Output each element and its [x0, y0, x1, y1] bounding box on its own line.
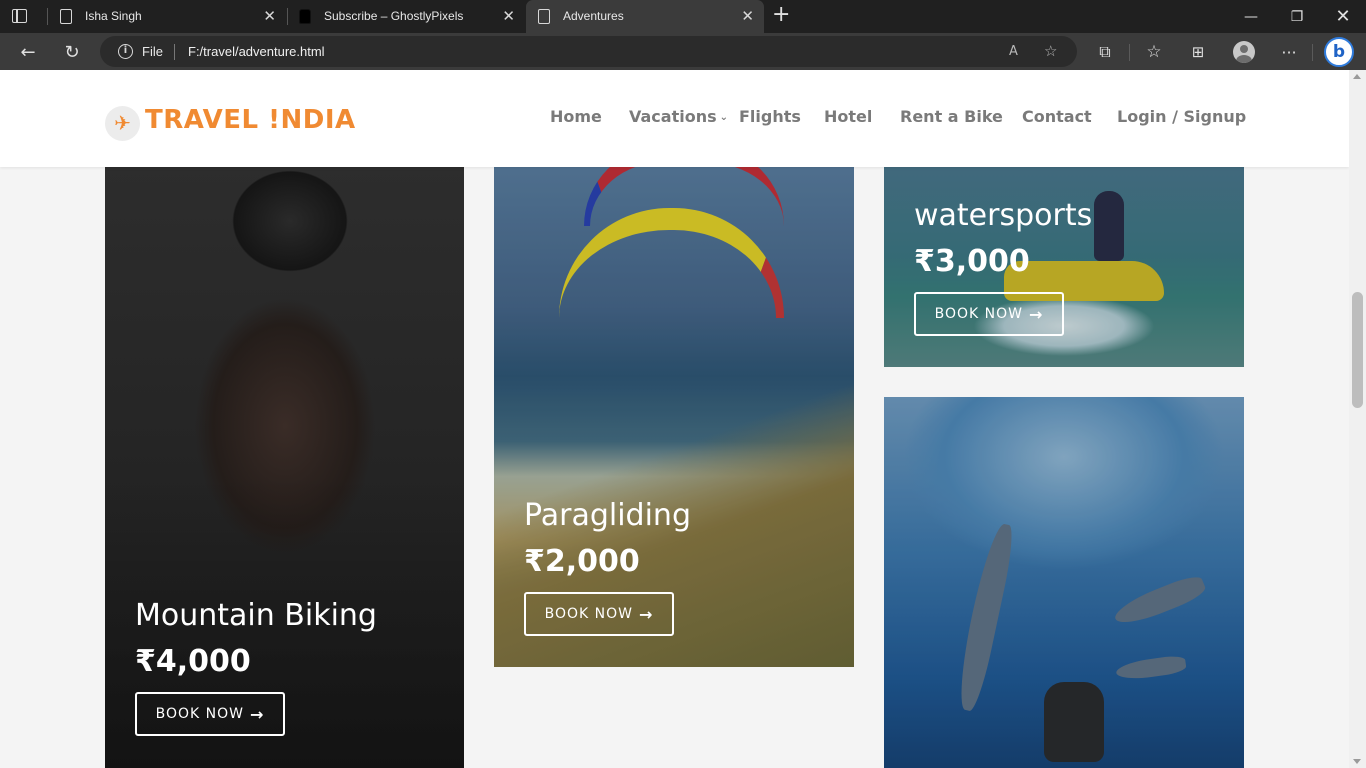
tab-isha-singh[interactable]: Isha Singh ✕: [48, 0, 286, 33]
nav-flights[interactable]: Flights: [739, 107, 801, 126]
read-aloud-icon[interactable]: A: [1009, 44, 1018, 59]
tab-title: Subscribe – GhostlyPixels: [324, 9, 464, 23]
tab-title: Isha Singh: [85, 9, 142, 23]
tab-adventures[interactable]: Adventures ✕: [526, 0, 764, 33]
arrow-right-icon: →: [249, 704, 265, 724]
card-title: Mountain Biking: [135, 598, 377, 633]
arrow-right-icon: →: [638, 604, 654, 624]
button-label: BOOK NOW: [155, 706, 244, 722]
card-title: watersports: [914, 198, 1093, 233]
browser-tab-bar: Isha Singh ✕ Subscribe – GhostlyPixels ✕…: [0, 0, 1366, 33]
card-paragliding: Paragliding ₹2,000 BOOK NOW →: [494, 166, 854, 667]
nav-home[interactable]: Home: [550, 107, 602, 126]
book-now-button[interactable]: BOOK NOW →: [914, 292, 1064, 336]
card-image-overlay: [884, 397, 1244, 768]
bing-copilot-icon[interactable]: b: [1324, 37, 1354, 67]
page-icon: [538, 9, 550, 24]
nav-login-signup[interactable]: Login / Signup: [1117, 107, 1246, 126]
close-window-icon[interactable]: ✕: [1320, 0, 1366, 33]
refresh-icon[interactable]: ↻: [59, 39, 85, 65]
tab-actions-icon[interactable]: [10, 7, 30, 25]
toolbar-separator: [1129, 44, 1130, 61]
card-price: ₹4,000: [135, 644, 251, 679]
tab-close-icon[interactable]: ✕: [263, 7, 276, 25]
button-label: BOOK NOW: [934, 306, 1023, 322]
page-viewport: Mountain Biking ₹4,000 BOOK NOW → Paragl…: [0, 70, 1349, 768]
address-bar[interactable]: i File F:/travel/adventure.html A ☆: [100, 36, 1077, 67]
tab-title: Adventures: [563, 9, 624, 23]
card-watersports: watersports ₹3,000 BOOK NOW →: [884, 166, 1244, 367]
url-scheme-label: File: [142, 44, 163, 59]
url-separator: [174, 44, 175, 60]
extensions-icon[interactable]: ⧉: [1092, 39, 1118, 65]
button-label: BOOK NOW: [544, 606, 633, 622]
browser-toolbar: ← ↻ i File F:/travel/adventure.html A ☆ …: [0, 33, 1366, 70]
book-now-button[interactable]: BOOK NOW →: [135, 692, 285, 736]
tab-close-icon[interactable]: ✕: [741, 7, 754, 25]
nav-contact[interactable]: Contact: [1022, 107, 1092, 126]
nav-vacations[interactable]: Vacations ⌄: [629, 107, 728, 126]
toolbar-separator: [1312, 44, 1313, 61]
ghost-icon: [299, 9, 311, 24]
minimize-icon[interactable]: —: [1228, 0, 1274, 33]
page-icon: [60, 9, 72, 24]
vertical-scrollbar[interactable]: [1349, 70, 1366, 768]
card-title: Paragliding: [524, 498, 691, 533]
back-icon[interactable]: ←: [15, 39, 41, 65]
tab-close-icon[interactable]: ✕: [502, 7, 515, 25]
new-tab-icon[interactable]: +: [772, 4, 790, 26]
scroll-down-icon[interactable]: [1353, 759, 1361, 764]
add-favorite-icon[interactable]: ☆: [1044, 42, 1057, 60]
nav-rent-a-bike[interactable]: Rent a Bike: [900, 107, 1003, 126]
profile-avatar[interactable]: [1233, 41, 1255, 63]
card-price: ₹2,000: [524, 544, 640, 579]
more-options-icon[interactable]: ···: [1276, 39, 1302, 65]
favorites-icon[interactable]: ☆: [1141, 39, 1167, 65]
collections-icon[interactable]: ⊞: [1185, 39, 1211, 65]
card-scuba-diving: [884, 397, 1244, 768]
chevron-down-icon: ⌄: [719, 112, 729, 123]
nav-hotel[interactable]: Hotel: [824, 107, 872, 126]
airplane-icon[interactable]: ✈: [105, 106, 140, 141]
site-logo-text[interactable]: TRAVEL !NDIA: [145, 105, 356, 135]
info-icon[interactable]: i: [118, 44, 133, 59]
scroll-up-icon[interactable]: [1353, 74, 1361, 79]
card-price: ₹3,000: [914, 244, 1030, 279]
book-now-button[interactable]: BOOK NOW →: [524, 592, 674, 636]
card-mountain-biking: Mountain Biking ₹4,000 BOOK NOW →: [105, 166, 464, 768]
site-header: ✈ TRAVEL !NDIA Home Vacations ⌄ Flights H…: [0, 70, 1349, 167]
url-text[interactable]: F:/travel/adventure.html: [188, 44, 325, 59]
tab-ghostlypixels[interactable]: Subscribe – GhostlyPixels ✕: [287, 0, 525, 33]
scrollbar-thumb[interactable]: [1352, 292, 1363, 408]
nav-vacations-label: Vacations: [629, 107, 717, 126]
arrow-right-icon: →: [1028, 304, 1044, 324]
restore-icon[interactable]: ❐: [1274, 0, 1320, 33]
